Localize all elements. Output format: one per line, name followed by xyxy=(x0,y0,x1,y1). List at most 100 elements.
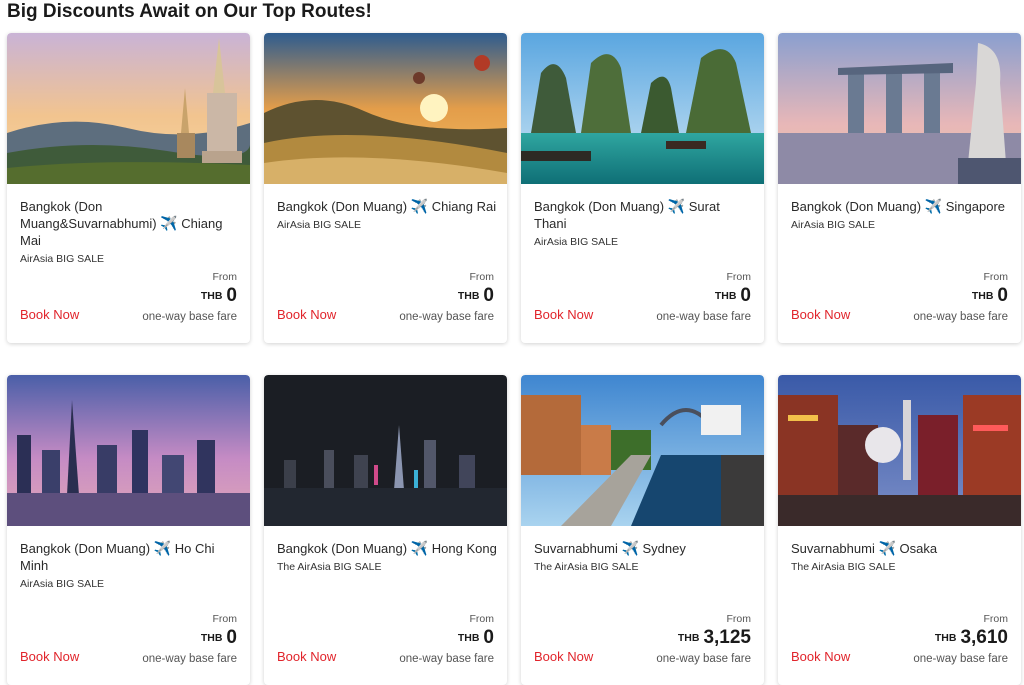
route-destination: Osaka xyxy=(899,541,938,556)
price-value: 0 xyxy=(483,627,494,648)
route-card-sydney[interactable]: Suvarnabhumi ✈️ Sydney The AirAsia BIG S… xyxy=(521,375,764,685)
currency: THB xyxy=(677,632,700,644)
price: THB 0 xyxy=(972,284,1008,308)
price-value: 0 xyxy=(740,285,751,306)
route-name: Suvarnabhumi ✈️ Sydney The AirAsia BIG S… xyxy=(534,540,754,574)
route-name: Suvarnabhumi ✈️ Osaka The AirAsia BIG SA… xyxy=(791,540,1011,574)
book-now-button[interactable]: Book Now xyxy=(791,649,850,664)
price-value: 0 xyxy=(226,627,237,648)
from-label: From xyxy=(726,613,752,625)
currency: THB xyxy=(457,632,480,644)
route-card-hong-kong[interactable]: Bangkok (Don Muang) ✈️ Hong Kong The Air… xyxy=(264,375,507,685)
route-origin: Bangkok (Don Muang) xyxy=(534,199,665,214)
price: THB 0 xyxy=(201,284,237,308)
fare-note: one-way base fare xyxy=(913,653,1008,665)
from-label: From xyxy=(469,613,495,625)
from-label: From xyxy=(212,271,238,283)
price: THB 0 xyxy=(201,626,237,650)
route-name: Bangkok (Don Muang) ✈️ Surat Thani AirAs… xyxy=(534,198,754,249)
route-origin: Bangkok (Don Muang) xyxy=(277,199,408,214)
book-now-button[interactable]: Book Now xyxy=(20,307,79,322)
route-origin: Bangkok (Don Muang) xyxy=(791,199,922,214)
currency: THB xyxy=(457,290,480,302)
route-origin: Bangkok (Don Muang) xyxy=(20,541,151,556)
airplane-icon: ✈️ xyxy=(878,540,896,556)
route-origin: Suvarnabhumi xyxy=(791,541,875,556)
destination-image xyxy=(778,375,1021,526)
currency: THB xyxy=(200,632,223,644)
from-label: From xyxy=(212,613,238,625)
price-value: 3,125 xyxy=(703,627,751,648)
currency: THB xyxy=(714,290,737,302)
route-destination: Chiang Rai xyxy=(431,199,497,214)
airplane-icon: ✈️ xyxy=(153,540,172,556)
airplane-icon: ✈️ xyxy=(667,198,686,214)
route-origin: Bangkok (Don Muang) xyxy=(277,541,408,556)
sale-label: AirAsia BIG SALE xyxy=(791,219,876,231)
book-now-button[interactable]: Book Now xyxy=(791,307,850,322)
currency: THB xyxy=(934,632,957,644)
route-name: Bangkok (Don Muang&Suvarnabhumi) ✈️ Chia… xyxy=(20,198,240,266)
from-label: From xyxy=(726,271,752,283)
destination-image xyxy=(521,33,764,184)
price: THB 3,125 xyxy=(678,626,751,650)
sale-label: AirAsia BIG SALE xyxy=(534,236,619,248)
route-card-singapore[interactable]: Bangkok (Don Muang) ✈️ Singapore AirAsia… xyxy=(778,33,1021,343)
price-value: 0 xyxy=(483,285,494,306)
price: THB 3,610 xyxy=(935,626,1008,650)
route-origin: Suvarnabhumi xyxy=(534,541,618,556)
book-now-button[interactable]: Book Now xyxy=(277,649,336,664)
currency: THB xyxy=(971,290,994,302)
route-destination: Sydney xyxy=(642,541,686,556)
book-now-button[interactable]: Book Now xyxy=(277,307,336,322)
route-grid: Bangkok (Don Muang&Suvarnabhumi) ✈️ Chia… xyxy=(7,33,1021,685)
fare-note: one-way base fare xyxy=(399,311,494,323)
sale-label: AirAsia BIG SALE xyxy=(20,253,105,265)
from-label: From xyxy=(983,613,1009,625)
destination-image xyxy=(264,375,507,526)
airplane-icon: ✈️ xyxy=(924,198,943,214)
book-now-button[interactable]: Book Now xyxy=(534,307,593,322)
page-title: Big Discounts Await on Our Top Routes! xyxy=(7,1,372,22)
route-card-osaka[interactable]: Suvarnabhumi ✈️ Osaka The AirAsia BIG SA… xyxy=(778,375,1021,685)
book-now-button[interactable]: Book Now xyxy=(534,649,593,664)
fare-note: one-way base fare xyxy=(913,311,1008,323)
destination-image xyxy=(264,33,507,184)
route-name: Bangkok (Don Muang) ✈️ Hong Kong The Air… xyxy=(277,540,497,574)
airplane-icon: ✈️ xyxy=(621,540,639,556)
fare-note: one-way base fare xyxy=(656,653,751,665)
price: THB 0 xyxy=(715,284,751,308)
route-origin: Bangkok (Don Muang&Suvarnabhumi) xyxy=(20,199,157,231)
route-name: Bangkok (Don Muang) ✈️ Ho Chi Minh AirAs… xyxy=(20,540,240,591)
route-card-surat-thani[interactable]: Bangkok (Don Muang) ✈️ Surat Thani AirAs… xyxy=(521,33,764,343)
airplane-icon: ✈️ xyxy=(410,198,429,214)
destination-image xyxy=(7,33,250,184)
route-card-chiang-mai[interactable]: Bangkok (Don Muang&Suvarnabhumi) ✈️ Chia… xyxy=(7,33,250,343)
fare-note: one-way base fare xyxy=(656,311,751,323)
price-value: 0 xyxy=(226,285,237,306)
route-destination: Singapore xyxy=(945,199,1006,214)
destination-image xyxy=(778,33,1021,184)
book-now-button[interactable]: Book Now xyxy=(20,649,79,664)
sale-label: AirAsia BIG SALE xyxy=(20,578,105,590)
fare-note: one-way base fare xyxy=(142,311,237,323)
sale-label: The AirAsia BIG SALE xyxy=(277,561,382,573)
sale-label: AirAsia BIG SALE xyxy=(277,219,362,231)
sale-label: The AirAsia BIG SALE xyxy=(791,561,896,573)
airplane-icon: ✈️ xyxy=(160,215,178,231)
route-name: Bangkok (Don Muang) ✈️ Chiang Rai AirAsi… xyxy=(277,198,497,232)
price: THB 0 xyxy=(458,284,494,308)
route-card-chiang-rai[interactable]: Bangkok (Don Muang) ✈️ Chiang Rai AirAsi… xyxy=(264,33,507,343)
price-value: 0 xyxy=(997,285,1008,306)
fare-note: one-way base fare xyxy=(142,653,237,665)
price: THB 0 xyxy=(458,626,494,650)
route-card-ho-chi-minh[interactable]: Bangkok (Don Muang) ✈️ Ho Chi Minh AirAs… xyxy=(7,375,250,685)
destination-image xyxy=(521,375,764,526)
currency: THB xyxy=(200,290,223,302)
from-label: From xyxy=(983,271,1009,283)
from-label: From xyxy=(469,271,495,283)
sale-label: The AirAsia BIG SALE xyxy=(534,561,639,573)
fare-note: one-way base fare xyxy=(399,653,494,665)
destination-image xyxy=(7,375,250,526)
route-destination: Hong Kong xyxy=(431,541,497,556)
